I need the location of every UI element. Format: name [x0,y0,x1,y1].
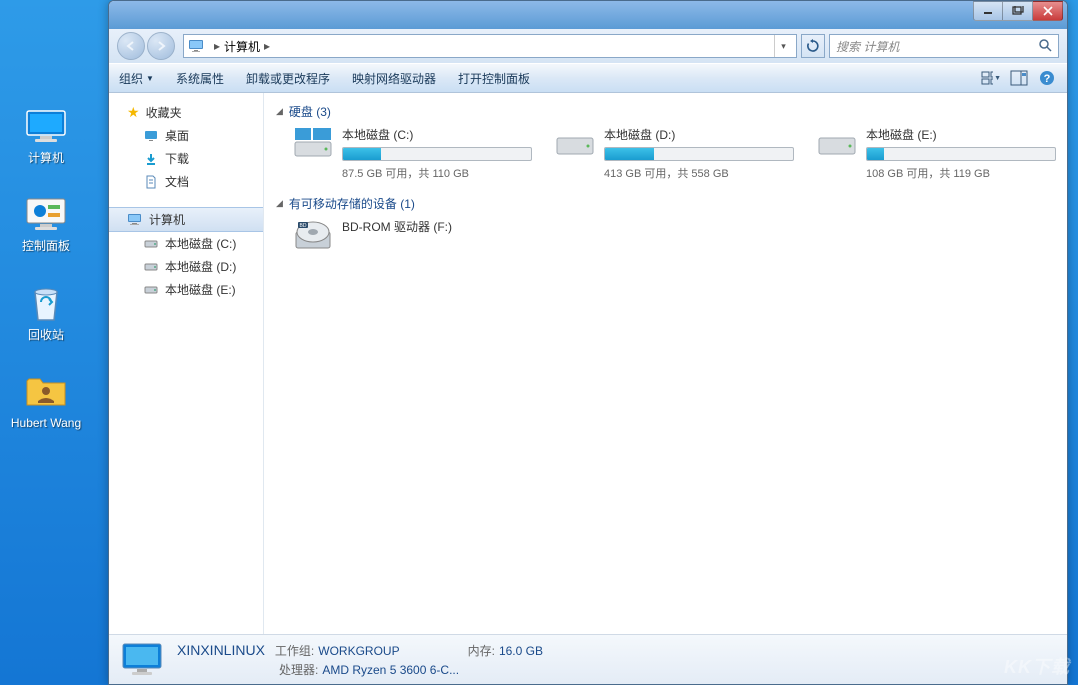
drive-stats: 413 GB 可用，共 558 GB [604,165,794,181]
desktop-icon-label: 控制面板 [22,239,70,253]
desktop-icon [143,128,159,144]
open-control-panel-button[interactable]: 打开控制面板 [458,70,530,87]
desktop-icon-control-panel[interactable]: 控制面板 [22,193,70,253]
help-button[interactable]: ? [1037,68,1057,88]
section-header-removable[interactable]: ◢ 有可移动存储的设备 (1) [276,195,1057,212]
map-network-drive-button[interactable]: 映射网络驱动器 [352,70,436,87]
details-pane: XINXINLINUX 工作组: WORKGROUP 内存: 16.0 GB 处… [109,634,1067,684]
desktop-icon-label: Hubert Wang [11,416,81,430]
desktop-icon-label: 计算机 [28,151,64,165]
main-content: ◢ 硬盘 (3) 本地磁盘 (C:) 87.5 GB 可用，共 110 GB 本… [264,93,1067,634]
collapse-icon[interactable]: ◢ [276,106,283,117]
search-input[interactable]: 搜索 计算机 [829,34,1059,58]
system-properties-button[interactable]: 系统属性 [176,70,224,87]
usage-bar [604,147,794,161]
svg-text:BD: BD [300,223,307,229]
watermark: KK下载 [1004,653,1070,679]
workgroup-label: 工作组: [275,642,314,659]
chevron-right-icon[interactable]: ▸ [214,39,220,53]
removable-drive-item[interactable]: BD BD-ROM 驱动器 (F:) [292,218,532,254]
memory-label: 内存: [468,642,495,659]
document-icon [143,174,159,190]
computer-icon [121,642,165,678]
navigation-pane: ★ 收藏夹 桌面 下载 文档 计算机 [109,93,264,634]
search-icon[interactable] [1038,38,1052,55]
forward-button[interactable] [147,32,175,60]
sidebar-computer-header[interactable]: 计算机 [109,207,263,232]
cpu-label: 处理器: [279,661,318,678]
view-options-button[interactable]: ▼ [981,68,1001,88]
cpu-value: AMD Ryzen 5 3600 6-C... [322,663,459,677]
drive-item[interactable]: 本地磁盘 (E:) 108 GB 可用，共 119 GB [816,126,1056,181]
desktop-icon-computer[interactable]: 计算机 [25,105,67,165]
drive-name: 本地磁盘 (D:) [604,126,794,143]
desktop-icon-user-folder[interactable]: Hubert Wang [11,370,81,430]
chevron-right-icon[interactable]: ▸ [264,39,270,53]
drive-item[interactable]: 本地磁盘 (C:) 87.5 GB 可用，共 110 GB [292,126,532,181]
address-dropdown[interactable]: ▾ [774,35,792,57]
sidebar-favorites-header[interactable]: ★ 收藏夹 [109,101,263,124]
svg-text:?: ? [1044,73,1051,85]
explorer-window: ▸ 计算机 ▸ ▾ 搜索 计算机 组织▼ 系统属性 卸载或更改程序 映射网络驱动… [108,0,1068,685]
drive-icon [143,259,159,275]
usage-bar [342,147,532,161]
breadcrumb-location[interactable]: 计算机 [224,38,260,55]
uninstall-programs-button[interactable]: 卸载或更改程序 [246,70,330,87]
minimize-button[interactable] [973,1,1003,21]
drive-stats: 87.5 GB 可用，共 110 GB [342,165,532,181]
control-panel-icon [25,193,67,235]
search-placeholder: 搜索 计算机 [836,38,899,55]
titlebar[interactable] [109,1,1067,29]
sidebar-item-desktop[interactable]: 桌面 [109,124,263,147]
computer-icon [25,105,67,147]
collapse-icon[interactable]: ◢ [276,198,283,209]
sidebar-item-drive-d[interactable]: 本地磁盘 (D:) [109,255,263,278]
drive-name: 本地磁盘 (E:) [866,126,1056,143]
hostname: XINXINLINUX [177,642,265,658]
desktop-icon-recycle-bin[interactable]: 回收站 [25,282,67,342]
drive-icon [816,126,858,162]
sidebar-item-drive-e[interactable]: 本地磁盘 (E:) [109,278,263,301]
toolbar: 组织▼ 系统属性 卸载或更改程序 映射网络驱动器 打开控制面板 ▼ ? [109,63,1067,93]
user-folder-icon [25,370,67,412]
refresh-button[interactable] [801,34,825,58]
recycle-bin-icon [25,282,67,324]
drive-name: 本地磁盘 (C:) [342,126,532,143]
desktop-icon-label: 回收站 [28,328,64,342]
address-bar[interactable]: ▸ 计算机 ▸ ▾ [183,34,797,58]
drive-icon [143,236,159,252]
close-button[interactable] [1033,1,1063,21]
organize-menu[interactable]: 组织▼ [119,70,154,87]
bd-rom-icon: BD [292,218,334,254]
computer-icon [127,212,143,228]
drive-name: BD-ROM 驱动器 (F:) [342,218,532,235]
navigation-row: ▸ 计算机 ▸ ▾ 搜索 计算机 [109,29,1067,63]
drive-item[interactable]: 本地磁盘 (D:) 413 GB 可用，共 558 GB [554,126,794,181]
preview-pane-button[interactable] [1009,68,1029,88]
section-header-drives[interactable]: ◢ 硬盘 (3) [276,103,1057,120]
back-button[interactable] [117,32,145,60]
memory-value: 16.0 GB [499,644,543,658]
sidebar-item-drive-c[interactable]: 本地磁盘 (C:) [109,232,263,255]
star-icon: ★ [127,104,140,121]
computer-icon [188,39,206,53]
maximize-button[interactable] [1003,1,1033,21]
drive-stats: 108 GB 可用，共 119 GB [866,165,1056,181]
download-icon [143,151,159,167]
workgroup-value: WORKGROUP [318,644,399,658]
drive-icon [292,126,334,162]
sidebar-item-documents[interactable]: 文档 [109,170,263,193]
drive-icon [554,126,596,162]
sidebar-item-downloads[interactable]: 下载 [109,147,263,170]
usage-bar [866,147,1056,161]
drive-icon [143,282,159,298]
